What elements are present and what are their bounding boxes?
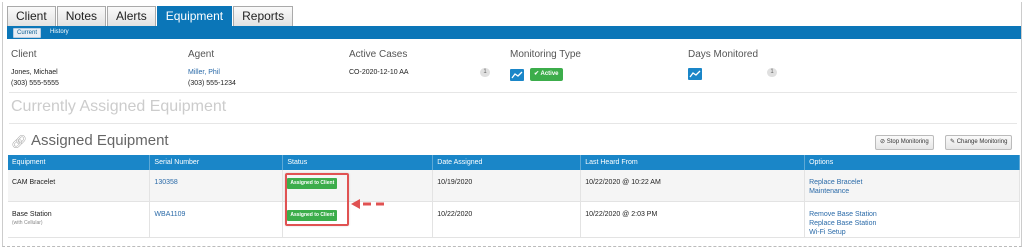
col-equipment[interactable]: Equipment <box>8 155 151 170</box>
days-monitored-label: Days Monitored <box>688 49 759 60</box>
equipment-subtitle: (with Cellular) <box>12 219 43 226</box>
equipment-page: Client Notes Alerts Equipment Reports Cu… <box>2 2 1022 247</box>
change-monitoring-button[interactable]: ✎ Change Monitoring <box>945 135 1013 150</box>
table-row: CAM Bracelet 130358 Assigned to Client 1… <box>8 170 1020 202</box>
active-cases-count-badge: 1 <box>480 68 490 77</box>
chart-line-icon[interactable] <box>688 68 702 80</box>
divider <box>9 123 1017 124</box>
page-title: Currently Assigned Equipment <box>11 98 227 115</box>
summary-client: Client Jones, Michael (303) 555-5555 <box>11 49 59 89</box>
divider <box>9 92 1017 93</box>
subtab-history[interactable]: History <box>47 28 72 38</box>
date-assigned-cell: 10/19/2020 <box>432 170 582 202</box>
table-header-row: Equipment Serial Number Status Date Assi… <box>8 155 1020 170</box>
summary-monitoring-type: Monitoring Type ✔ Active <box>510 49 581 81</box>
summary-agent: Agent Miller, Phil (303) 555-1234 <box>188 49 236 89</box>
serial-number-link[interactable]: 130358 <box>154 179 177 186</box>
stop-icon: ⊘ <box>880 139 886 145</box>
serial-number-link[interactable]: WBA1109 <box>154 211 185 218</box>
equipment-cell: CAM Bracelet <box>8 170 151 202</box>
summary-active-cases: Active Cases CO-2020-12-10 AA <box>349 49 409 78</box>
sub-nav-bar: Current History <box>7 26 1021 39</box>
last-heard-cell: 10/22/2020 @ 2:03 PM <box>580 201 806 238</box>
client-phone: (303) 555-5555 <box>11 80 59 87</box>
active-status-badge: ✔ Active <box>530 68 563 81</box>
monitoring-type-label: Monitoring Type <box>510 49 581 60</box>
option-maintenance-link[interactable]: Maintenance <box>809 187 1015 196</box>
edit-icon: ✎ <box>950 139 956 145</box>
subtab-current[interactable]: Current <box>13 28 42 38</box>
last-heard-cell: 10/22/2020 @ 10:22 AM <box>580 170 806 202</box>
col-status[interactable]: Status <box>282 155 434 170</box>
active-case-value: CO-2020-12-10 AA <box>349 69 409 76</box>
chart-line-icon[interactable] <box>510 68 524 81</box>
days-monitored-count-badge: 1 <box>767 68 777 77</box>
col-date-assigned[interactable]: Date Assigned <box>432 155 582 170</box>
equipment-table: Equipment Serial Number Status Date Assi… <box>8 155 1020 238</box>
active-cases-label: Active Cases <box>349 49 408 60</box>
status-highlight-box <box>285 173 349 226</box>
col-options: Options <box>804 155 1020 170</box>
client-name: Jones, Michael <box>11 69 58 76</box>
agent-label: Agent <box>188 49 215 60</box>
client-label: Client <box>11 49 37 60</box>
agent-phone: (303) 555-1234 <box>188 80 236 87</box>
tab-notes[interactable]: Notes <box>56 6 107 26</box>
tab-equipment[interactable]: Equipment <box>156 6 233 26</box>
tab-reports[interactable]: Reports <box>233 6 294 26</box>
option-remove-base-station-link[interactable]: Remove Base Station <box>809 210 1015 219</box>
tab-alerts[interactable]: Alerts <box>107 6 156 26</box>
stop-monitoring-button[interactable]: ⊘ Stop Monitoring <box>875 135 934 150</box>
link-icon: 🔗︎ <box>11 134 28 149</box>
tab-client[interactable]: Client <box>7 6 56 26</box>
col-last-heard-from[interactable]: Last Heard From <box>580 155 806 170</box>
col-serial-number[interactable]: Serial Number <box>149 155 284 170</box>
equipment-cell: Base Station <box>12 210 52 218</box>
date-assigned-cell: 10/22/2020 <box>432 201 582 238</box>
option-wifi-setup-link[interactable]: Wi-Fi Setup <box>809 228 1015 237</box>
option-replace-base-station-link[interactable]: Replace Base Station <box>809 219 1015 228</box>
agent-name-link[interactable]: Miller, Phil <box>188 67 236 78</box>
main-tabs: Client Notes Alerts Equipment Reports <box>7 6 294 26</box>
highlight-arrow-icon <box>351 199 384 209</box>
table-row: Base Station (with Cellular) WBA1109 Ass… <box>8 201 1020 238</box>
option-replace-bracelet-link[interactable]: Replace Bracelet <box>809 178 1015 187</box>
summary-days-monitored: Days Monitored <box>688 49 758 80</box>
